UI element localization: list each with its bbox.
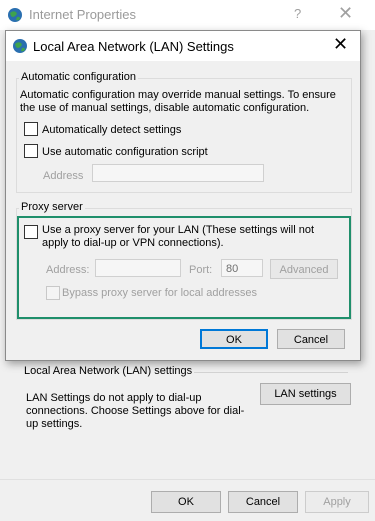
globe-icon <box>8 8 22 22</box>
lan-settings-button[interactable]: LAN settings <box>260 383 351 405</box>
auto-config-description: Automatic configuration may override man… <box>20 89 336 114</box>
group-title: Automatic configuration <box>19 71 138 83</box>
group-title: Proxy server <box>19 201 85 213</box>
lan-settings-dialog: Local Area Network (LAN) Settings ✕ Auto… <box>5 30 361 361</box>
apply-button[interactable]: Apply <box>305 491 369 513</box>
close-icon[interactable]: ✕ <box>333 34 348 55</box>
lan-group-title: Local Area Network (LAN) settings <box>22 365 195 377</box>
window-title: Internet Properties <box>29 7 136 22</box>
globe-icon <box>13 39 27 53</box>
auto-script-label: Use automatic configuration script <box>42 146 208 158</box>
cancel-button[interactable]: Cancel <box>277 329 345 349</box>
ok-button[interactable]: OK <box>200 329 268 349</box>
dialog-titlebar: Local Area Network (LAN) Settings ✕ <box>6 31 360 61</box>
help-button[interactable]: ? <box>294 6 301 21</box>
script-address-label: Address <box>43 170 84 182</box>
ok-button[interactable]: OK <box>151 491 221 513</box>
proxy-highlight-box <box>17 216 351 319</box>
dialog-title: Local Area Network (LAN) Settings <box>33 39 234 54</box>
lan-group-description: LAN Settings do not apply to dial-up con… <box>26 392 245 430</box>
internet-properties-titlebar: Internet Properties ? ✕ <box>0 0 375 30</box>
close-icon[interactable]: ✕ <box>338 3 353 24</box>
auto-detect-checkbox[interactable] <box>24 122 38 136</box>
divider <box>180 372 348 373</box>
cancel-button[interactable]: Cancel <box>228 491 298 513</box>
divider <box>0 479 375 480</box>
script-address-input[interactable] <box>92 164 264 182</box>
auto-detect-label: Automatically detect settings <box>42 124 182 136</box>
auto-script-checkbox[interactable] <box>24 144 38 158</box>
